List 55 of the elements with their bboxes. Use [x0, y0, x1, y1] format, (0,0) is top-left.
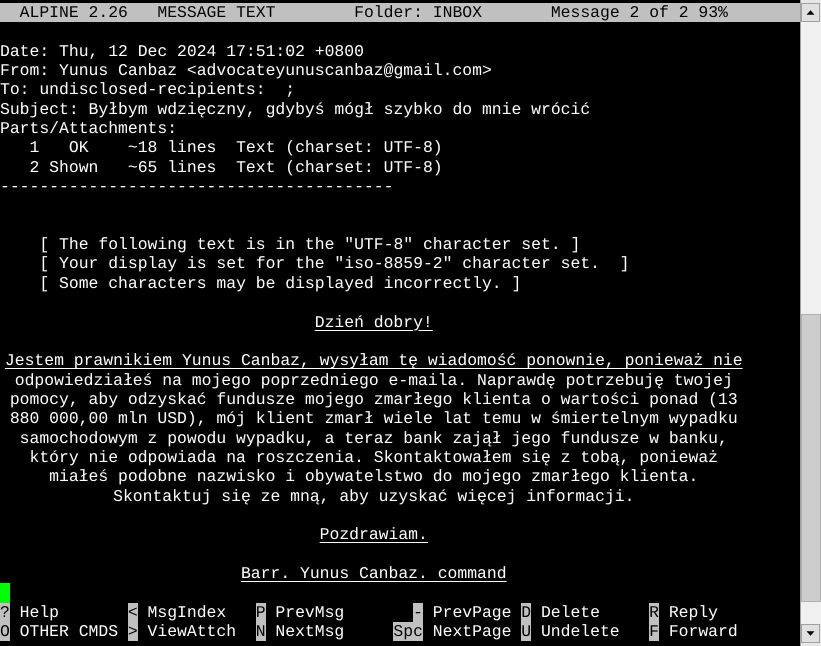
header-line: 1 OK ~18 lines Text (charset: UTF-8): [28, 138, 443, 158]
header-line: To: undisclosed-recipients: ;: [0, 80, 296, 100]
command-label[interactable]: PrevMsg: [275, 602, 344, 622]
command-label[interactable]: OTHER CMDS: [20, 622, 118, 642]
body-text: odpowiedziałeś na mojego poprzedniego e-maila. Naprawdę potrzebuję twojej: [14, 370, 733, 390]
shortcut-key[interactable]: ?: [0, 602, 10, 622]
charset-notice: [ The following text is in the "UTF-8" character set. ]: [38, 235, 580, 254]
shortcut-key[interactable]: N: [256, 622, 266, 642]
body-text: Skontaktuj się ze mną, aby uzyskać więcej informacji.: [113, 486, 634, 506]
shortcut-key[interactable]: -: [413, 602, 423, 622]
shortcut-key[interactable]: R: [649, 602, 659, 622]
shortcut-key[interactable]: P: [256, 602, 266, 622]
command-label[interactable]: Undelete: [540, 622, 620, 642]
scroll-thumb[interactable]: [801, 314, 821, 602]
link-text[interactable]: Pozdrawiam.: [320, 525, 428, 544]
command-label[interactable]: NextMsg: [275, 622, 344, 642]
scrollbar[interactable]: [800, 0, 821, 646]
app-version: ALPINE 2.26: [20, 3, 128, 22]
header-line: From: Yunus Canbaz <advocateyunuscanbaz@gmail.com>: [0, 61, 492, 80]
command-label[interactable]: Reply: [668, 602, 718, 622]
shortcut-key[interactable]: Spc: [393, 622, 423, 642]
body-text: który nie odpowiada na roszczenia. Skontaktowałem się z tobą, ponieważ: [30, 448, 718, 467]
header-line: Parts/Attachments:: [0, 119, 178, 138]
body-text: samochodowym z powodu wypadku, a teraz bank zajął jego fundusze w banku,: [20, 428, 728, 448]
charset-notice: [ Some characters may be displayed incorrectly. ]: [38, 274, 522, 293]
link-text[interactable]: Dzień dobry!: [314, 312, 433, 332]
shortcut-key[interactable]: O: [0, 622, 10, 642]
shortcut-key[interactable]: F: [649, 622, 659, 642]
charset-notice: [ Your display is set for the "iso-8859-2" character set. ]: [38, 254, 630, 274]
separator-line: ----------------------------------------: [0, 177, 394, 196]
body-text: pomocy, aby odzyskać fundusze mojego zmarłego klienta o wartości ponad (13: [10, 390, 738, 409]
screen-name: MESSAGE TEXT: [157, 3, 276, 22]
header-line: Subject: Byłbym wdzięczny, gdybyś mógł szybko do mnie wrócić: [0, 100, 590, 119]
shortcut-key[interactable]: D: [521, 602, 532, 622]
command-label[interactable]: Help: [20, 602, 60, 622]
folder-name: Folder: INBOX: [354, 3, 482, 22]
header-line: Date: Thu, 12 Dec 2024 17:51:02 +0800: [0, 42, 364, 61]
scroll-down-icon[interactable]: [801, 624, 820, 643]
command-label[interactable]: Delete: [540, 602, 600, 622]
command-label[interactable]: ViewAttch: [148, 622, 236, 642]
message-position: Message 2 of 2 93%: [550, 3, 728, 22]
scroll-up-icon[interactable]: [801, 3, 820, 22]
shortcut-key[interactable]: <: [128, 602, 138, 622]
header-line: 2 Shown ~65 lines Text (charset: UTF-8): [28, 158, 443, 177]
link-text[interactable]: Barr. Yunus Canbaz. command: [240, 564, 507, 583]
shortcut-key[interactable]: U: [521, 622, 532, 642]
body-text: 880 000,00 mln USD), mój klient zmarł wiele lat temu w śmiertelnym wypadku: [10, 409, 738, 428]
command-label[interactable]: MsgIndex: [148, 602, 226, 622]
text-cursor: [0, 583, 10, 603]
command-label[interactable]: NextPage: [432, 622, 512, 642]
body-text: miałeś podobne nazwisko i obywatelstwo do mojego zmarłego klienta.: [49, 467, 698, 486]
command-label[interactable]: PrevPage: [432, 602, 512, 622]
link-text[interactable]: Jestem prawnikiem Yunus Canbaz, wysyłam tę wiadomość ponownie, ponieważ nie: [4, 351, 743, 370]
shortcut-key[interactable]: >: [128, 622, 138, 642]
command-label[interactable]: Forward: [668, 622, 738, 642]
